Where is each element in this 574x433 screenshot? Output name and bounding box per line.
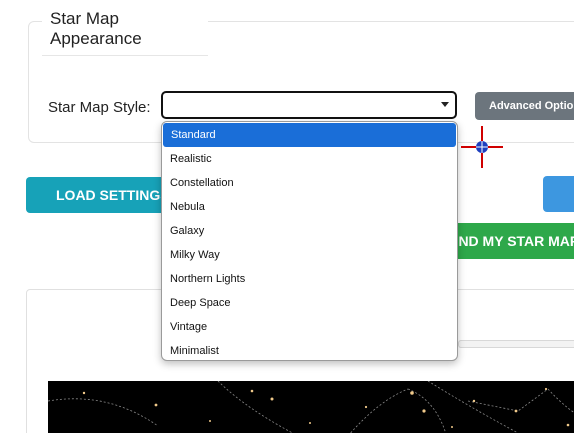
panel-legend: Star Map Appearance <box>42 9 208 56</box>
preview-scrollbar[interactable] <box>458 340 574 348</box>
constellation-lines <box>48 381 574 433</box>
stars <box>82 387 570 428</box>
option-vintage[interactable]: Vintage <box>162 315 457 339</box>
option-deep-space[interactable]: Deep Space <box>162 291 457 315</box>
blue-action-button[interactable] <box>543 176 574 212</box>
option-milky-way[interactable]: Milky Way <box>162 243 457 267</box>
star-map-canvas <box>48 381 574 433</box>
option-standard[interactable]: Standard <box>163 123 456 147</box>
option-minimalist[interactable]: Minimalist <box>162 339 457 360</box>
option-realistic[interactable]: Realistic <box>162 147 457 171</box>
option-galaxy[interactable]: Galaxy <box>162 219 457 243</box>
load-settings-button[interactable]: LOAD SETTINGS <box>26 177 176 213</box>
option-constellation[interactable]: Constellation <box>162 171 457 195</box>
chevron-down-icon <box>441 102 449 107</box>
page: Star Map Appearance Star Map Style: Adva… <box>0 0 574 433</box>
advanced-options-button[interactable]: Advanced Options <box>475 92 574 120</box>
star-map-style-label: Star Map Style: <box>48 99 151 116</box>
option-nebula[interactable]: Nebula <box>162 195 457 219</box>
crosshair-cursor-icon <box>461 126 503 168</box>
option-northern-lights[interactable]: Northern Lights <box>162 267 457 291</box>
star-map-style-select[interactable] <box>161 91 457 119</box>
star-map-style-dropdown: Standard Realistic Constellation Nebula … <box>161 121 458 361</box>
